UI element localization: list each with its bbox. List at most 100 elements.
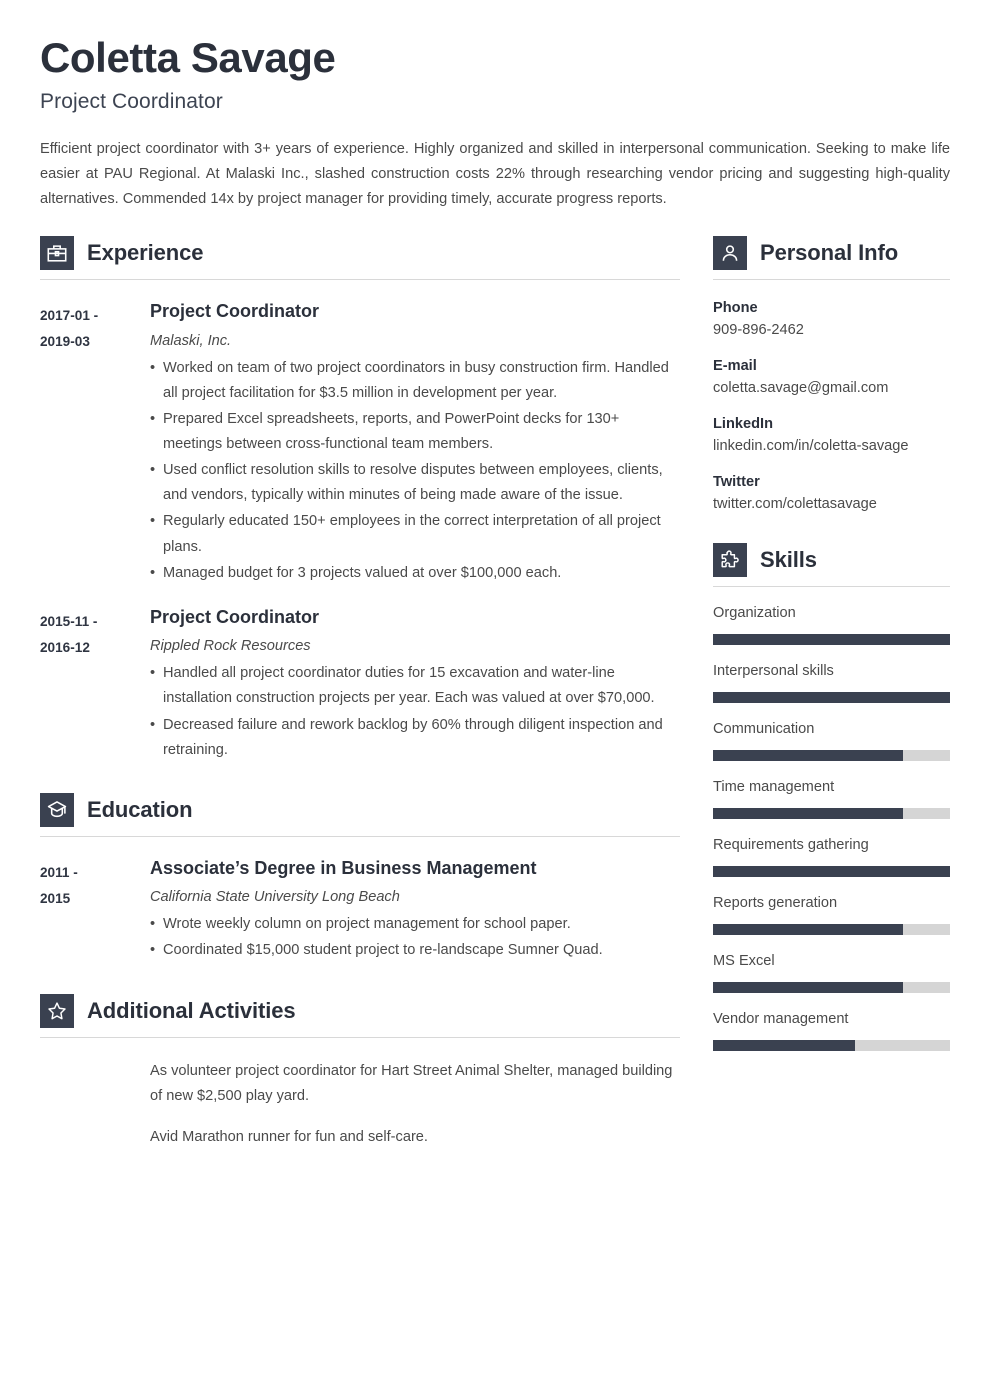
entry-school: California State University Long Beach [150, 889, 400, 906]
info-value-linkedin: linkedin.com/in/coletta-savage [713, 438, 909, 455]
section-header: Additional Activities [40, 993, 680, 1028]
activities-body: As volunteer project coordinator for Har… [40, 1059, 680, 1150]
section-title: Skills [760, 547, 817, 573]
skill-bar-fill [713, 750, 903, 762]
experience-entry: 2015-11 - 2016-12 Project Coordinator Ri… [40, 607, 680, 763]
list-item: Worked on team of two project coordinato… [150, 356, 680, 406]
skill-bar-fill [713, 692, 950, 704]
skill-label: Vendor management [713, 1011, 849, 1028]
entry-bullets: Worked on team of two project coordinato… [150, 356, 680, 586]
skill-bar-track [713, 808, 950, 820]
section-header: Education [40, 792, 680, 827]
skill-bar-fill [713, 1040, 856, 1052]
date-to: 2016-12 [40, 639, 90, 655]
skill-bar-track [713, 692, 950, 704]
section-divider [713, 586, 950, 588]
section-title: Education [87, 796, 193, 822]
skill-label: Time management [713, 779, 835, 796]
skill-bar-track [713, 634, 950, 646]
section-divider [40, 835, 680, 837]
list-item: Used conflict resolution skills to resol… [150, 458, 680, 508]
section-experience: Experience 2017-01 - 2019-03 Project Coo… [40, 236, 680, 762]
entry-bullets: Wrote weekly column on project managemen… [150, 912, 680, 963]
skill-bar-fill [713, 634, 950, 646]
skill-item: Reports generation [713, 894, 950, 936]
list-item: Prepared Excel spreadsheets, reports, an… [150, 407, 680, 457]
skill-bar-fill [713, 982, 903, 994]
section-title: Experience [87, 240, 204, 266]
date-from: 2015-11 - [40, 613, 98, 629]
resume-header: Coletta Savage Project Coordinator Effic… [40, 34, 950, 212]
skill-item: Requirements gathering [713, 836, 950, 878]
list-item: Decreased failure and rework backlog by … [150, 713, 680, 763]
section-header: Experience [40, 236, 680, 271]
entry-dates: 2017-01 - 2019-03 [40, 301, 150, 585]
entry-body: Project Coordinator Malaski, Inc. Worked… [150, 301, 680, 586]
list-item: Wrote weekly column on project managemen… [150, 912, 680, 937]
info-label-phone: Phone [713, 300, 758, 317]
section-education: Education 2011 - 2015 Associate’s Degree… [40, 792, 680, 964]
list-item: Coordinated $15,000 student project to r… [150, 938, 680, 963]
content-columns: Experience 2017-01 - 2019-03 Project Coo… [40, 236, 950, 1149]
list-item: Regularly educated 150+ employees in the… [150, 509, 680, 559]
graduation-cap-icon [40, 792, 74, 827]
entry-bullets: Handled all project coordinator duties f… [150, 661, 680, 762]
entry-dates: 2015-11 - 2016-12 [40, 607, 150, 763]
skill-item: MS Excel [713, 952, 950, 994]
puzzle-piece-icon [713, 543, 747, 578]
sidebar-column: Personal Info Phone 909-896-2462 E-mail … [713, 236, 950, 1052]
info-value-email: coletta.savage@gmail.com [713, 380, 889, 397]
date-to: 2019-03 [40, 334, 90, 350]
skill-bar-track [713, 866, 950, 878]
skill-label: Requirements gathering [713, 837, 869, 854]
skill-bar-fill [713, 808, 903, 820]
job-title: Project Coordinator [40, 90, 223, 114]
experience-entry: 2017-01 - 2019-03 Project Coordinator Ma… [40, 301, 680, 586]
skill-label: Organization [713, 605, 796, 622]
section-personal-info: Personal Info Phone 909-896-2462 E-mail … [713, 236, 950, 512]
entry-body: Project Coordinator Rippled Rock Resourc… [150, 607, 680, 763]
section-divider [40, 1036, 680, 1038]
skill-bar-track [713, 750, 950, 762]
list-item: Handled all project coordinator duties f… [150, 661, 680, 711]
date-to: 2015 [40, 890, 71, 906]
entry-body: Associate’s Degree in Business Managemen… [150, 858, 680, 964]
section-header: Personal Info [713, 236, 950, 271]
skill-bar-fill [713, 924, 903, 936]
briefcase-icon [40, 236, 74, 271]
date-from: 2011 - [40, 864, 78, 880]
entry-organization: Rippled Rock Resources [150, 638, 311, 655]
entry-degree: Associate’s Degree in Business Managemen… [150, 857, 537, 878]
info-label-email: E-mail [713, 358, 757, 375]
personal-info-list: Phone 909-896-2462 E-mail coletta.savage… [713, 300, 950, 512]
section-skills: Skills Organization Interpersonal skills [713, 543, 950, 1052]
skill-bar-track [713, 982, 950, 994]
section-additional-activities: Additional Activities As volunteer proje… [40, 993, 680, 1150]
entry-dates: 2011 - 2015 [40, 858, 150, 964]
star-icon [40, 993, 74, 1028]
skill-bar-track [713, 1040, 950, 1052]
section-title: Personal Info [760, 240, 899, 266]
skill-label: Interpersonal skills [713, 663, 834, 680]
section-header: Skills [713, 543, 950, 578]
section-divider [713, 279, 950, 281]
skill-label: Reports generation [713, 895, 838, 912]
resume-page: Coletta Savage Project Coordinator Effic… [0, 0, 990, 1400]
info-value-twitter: twitter.com/colettasavage [713, 496, 877, 513]
skill-label: Communication [713, 721, 815, 738]
skill-item: Time management [713, 778, 950, 820]
list-item: Managed budget for 3 projects valued at … [150, 561, 680, 586]
skill-item: Communication [713, 720, 950, 762]
info-label-twitter: Twitter [713, 474, 760, 491]
info-value-phone: 909-896-2462 [713, 322, 804, 339]
main-column: Experience 2017-01 - 2019-03 Project Coo… [40, 236, 680, 1149]
skill-bar-fill [713, 866, 950, 878]
skill-item: Vendor management [713, 1010, 950, 1052]
education-entry: 2011 - 2015 Associate’s Degree in Busine… [40, 858, 680, 964]
section-divider [40, 279, 680, 281]
entry-role: Project Coordinator [150, 301, 320, 322]
entry-role: Project Coordinator [150, 606, 320, 627]
skill-bar-track [713, 924, 950, 936]
activity-paragraph: Avid Marathon runner for fun and self-ca… [150, 1128, 428, 1145]
skill-item: Interpersonal skills [713, 662, 950, 704]
